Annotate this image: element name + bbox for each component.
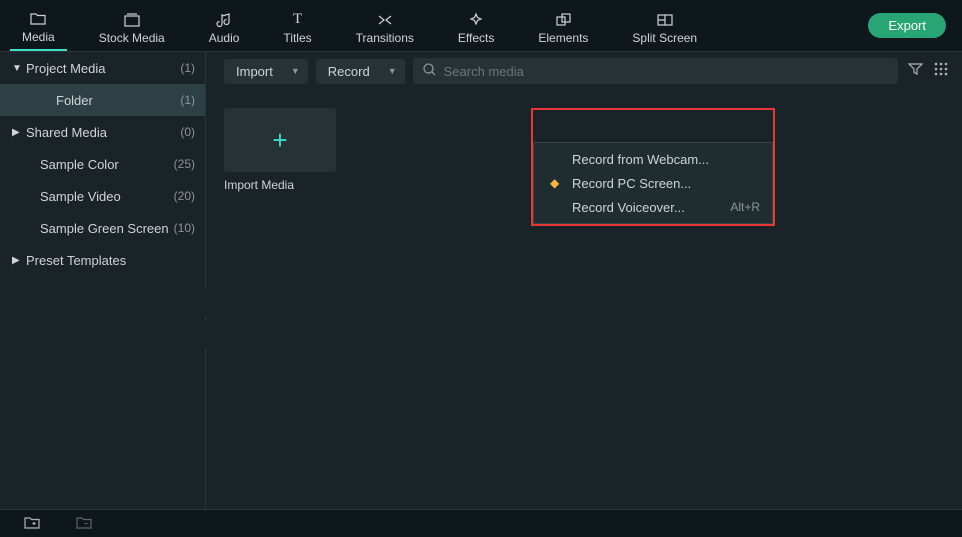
tab-effects[interactable]: Effects [446,0,506,51]
tab-transitions[interactable]: Transitions [344,0,426,51]
export-button[interactable]: Export [868,13,946,38]
grid-icon[interactable] [932,62,950,80]
stock-icon [124,11,140,29]
tab-split-screen[interactable]: Split Screen [620,0,709,51]
sidebar-project-media[interactable]: ▼ Project Media (1) [0,52,205,84]
record-pc-screen-item[interactable]: ◆ Record PC Screen... [534,171,772,195]
sidebar-preset-templates[interactable]: ▶ Preset Templates [0,244,205,276]
content: Import ▼ Record ▼ + Import Media ◆ [206,52,962,509]
sidebar-shared-media[interactable]: ▶ Shared Media (0) [0,116,205,148]
chevron-down-icon: ▼ [388,66,397,76]
effects-icon [469,11,483,29]
plus-icon: + [272,125,287,156]
import-dropdown[interactable]: Import ▼ [224,59,308,84]
content-toolbar: Import ▼ Record ▼ [206,52,962,90]
tab-elements[interactable]: Elements [526,0,600,51]
folder-icon [30,10,46,28]
record-dropdown[interactable]: Record ▼ [316,59,405,84]
blank-icon: ◆ [550,200,570,214]
top-tabs: Media Stock Media Audio T Titles Transit… [0,0,962,52]
search-box[interactable] [413,58,898,84]
audio-icon [217,11,231,29]
filter-icon[interactable] [906,62,924,80]
search-input[interactable] [444,64,888,79]
chevron-down-icon: ▼ [291,66,300,76]
diamond-icon: ◆ [550,176,570,190]
delete-folder-icon[interactable] [76,516,92,532]
split-screen-icon [657,11,673,29]
record-webcam-item[interactable]: ◆ Record from Webcam... [534,147,772,171]
bottom-bar [0,509,962,537]
sidebar-sample-video[interactable]: Sample Video (20) [0,180,205,212]
record-menu: ◆ Record from Webcam... ◆ Record PC Scre… [533,142,773,224]
elements-icon [556,11,571,29]
tab-audio[interactable]: Audio [197,0,252,51]
tab-media[interactable]: Media [10,0,67,51]
blank-icon: ◆ [550,152,570,166]
chevron-right-icon: ▶ [12,255,26,266]
chevron-down-icon: ▼ [12,63,26,74]
import-media-tile[interactable]: + Import Media [224,108,336,192]
transitions-icon [377,11,393,29]
sidebar-folder[interactable]: Folder (1) [0,84,205,116]
sidebar-sample-green[interactable]: Sample Green Screen (10) [0,212,205,244]
record-voiceover-item[interactable]: ◆ Record Voiceover... Alt+R [534,195,772,219]
sidebar-sample-color[interactable]: Sample Color (25) [0,148,205,180]
tab-titles[interactable]: T Titles [271,0,323,51]
tab-stock-media[interactable]: Stock Media [87,0,177,51]
titles-icon: T [293,11,302,29]
sidebar: ▼ Project Media (1) Folder (1) ▶ Shared … [0,52,206,509]
new-folder-icon[interactable] [24,516,40,532]
chevron-right-icon: ▶ [12,127,26,138]
search-icon [423,63,436,79]
